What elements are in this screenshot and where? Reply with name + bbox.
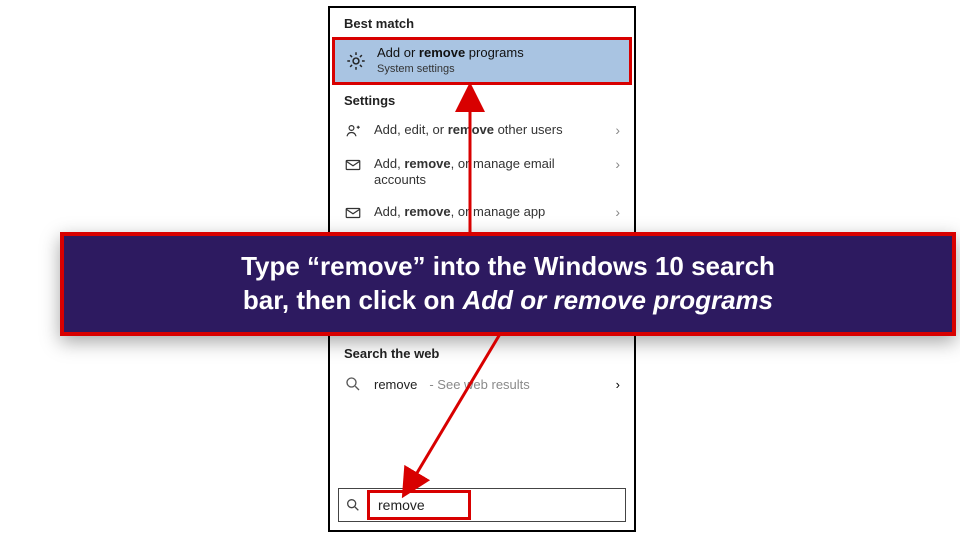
mail-icon (344, 204, 362, 222)
settings-item-apps[interactable]: Add, remove, or manage app › (330, 196, 634, 230)
search-icon (344, 375, 362, 393)
gear-icon (345, 50, 367, 72)
callout-line1: Type “remove” into the Windows 10 search (88, 250, 928, 284)
callout-line2: bar, then click on Add or remove program… (88, 284, 928, 318)
best-match-title-post: programs (465, 45, 524, 60)
search-icon (345, 497, 361, 513)
search-bar[interactable]: remove (338, 488, 626, 522)
search-input[interactable]: remove (367, 490, 471, 520)
best-match-text: Add or remove programs System settings (377, 46, 524, 76)
mail-icon (344, 156, 362, 174)
chevron-right-icon: › (615, 204, 620, 220)
person-icon (344, 122, 362, 140)
callout-line2-pre: bar, then click on (243, 285, 463, 315)
chevron-right-icon: › (615, 156, 620, 172)
item0-post: other users (494, 122, 563, 137)
settings-item-label: Add, remove, or manage email accounts (374, 156, 603, 189)
best-match-result[interactable]: Add or remove programs System settings (332, 37, 632, 85)
item1-pre: Add, (374, 156, 404, 171)
instruction-callout: Type “remove” into the Windows 10 search… (60, 232, 956, 336)
settings-item-users[interactable]: Add, edit, or remove other users › (330, 114, 634, 148)
settings-item-label: Add, edit, or remove other users (374, 122, 603, 138)
best-match-title-pre: Add or (377, 45, 419, 60)
item0-kw: remove (448, 122, 494, 137)
item0-pre: Add, edit, or (374, 122, 448, 137)
best-match-title: Add or remove programs (377, 46, 524, 61)
web-query: remove (374, 377, 417, 392)
best-match-title-kw: remove (419, 45, 465, 60)
item1-kw: remove (404, 156, 450, 171)
item2-kw: remove (404, 204, 450, 219)
settings-item-email[interactable]: Add, remove, or manage email accounts › (330, 148, 634, 197)
settings-header: Settings (330, 85, 634, 114)
item2-post: , or manage app (451, 204, 546, 219)
item2-pre: Add, (374, 204, 404, 219)
web-hint: - See web results (429, 377, 529, 392)
chevron-right-icon: › (615, 122, 620, 138)
web-header: Search the web (330, 338, 634, 367)
callout-line2-ital: Add or remove programs (462, 285, 773, 315)
settings-item-label: Add, remove, or manage app (374, 204, 603, 220)
web-result[interactable]: remove - See web results › (330, 367, 634, 401)
best-match-subtitle: System settings (377, 63, 524, 76)
chevron-right-icon: › (616, 377, 620, 392)
best-match-header: Best match (330, 8, 634, 37)
